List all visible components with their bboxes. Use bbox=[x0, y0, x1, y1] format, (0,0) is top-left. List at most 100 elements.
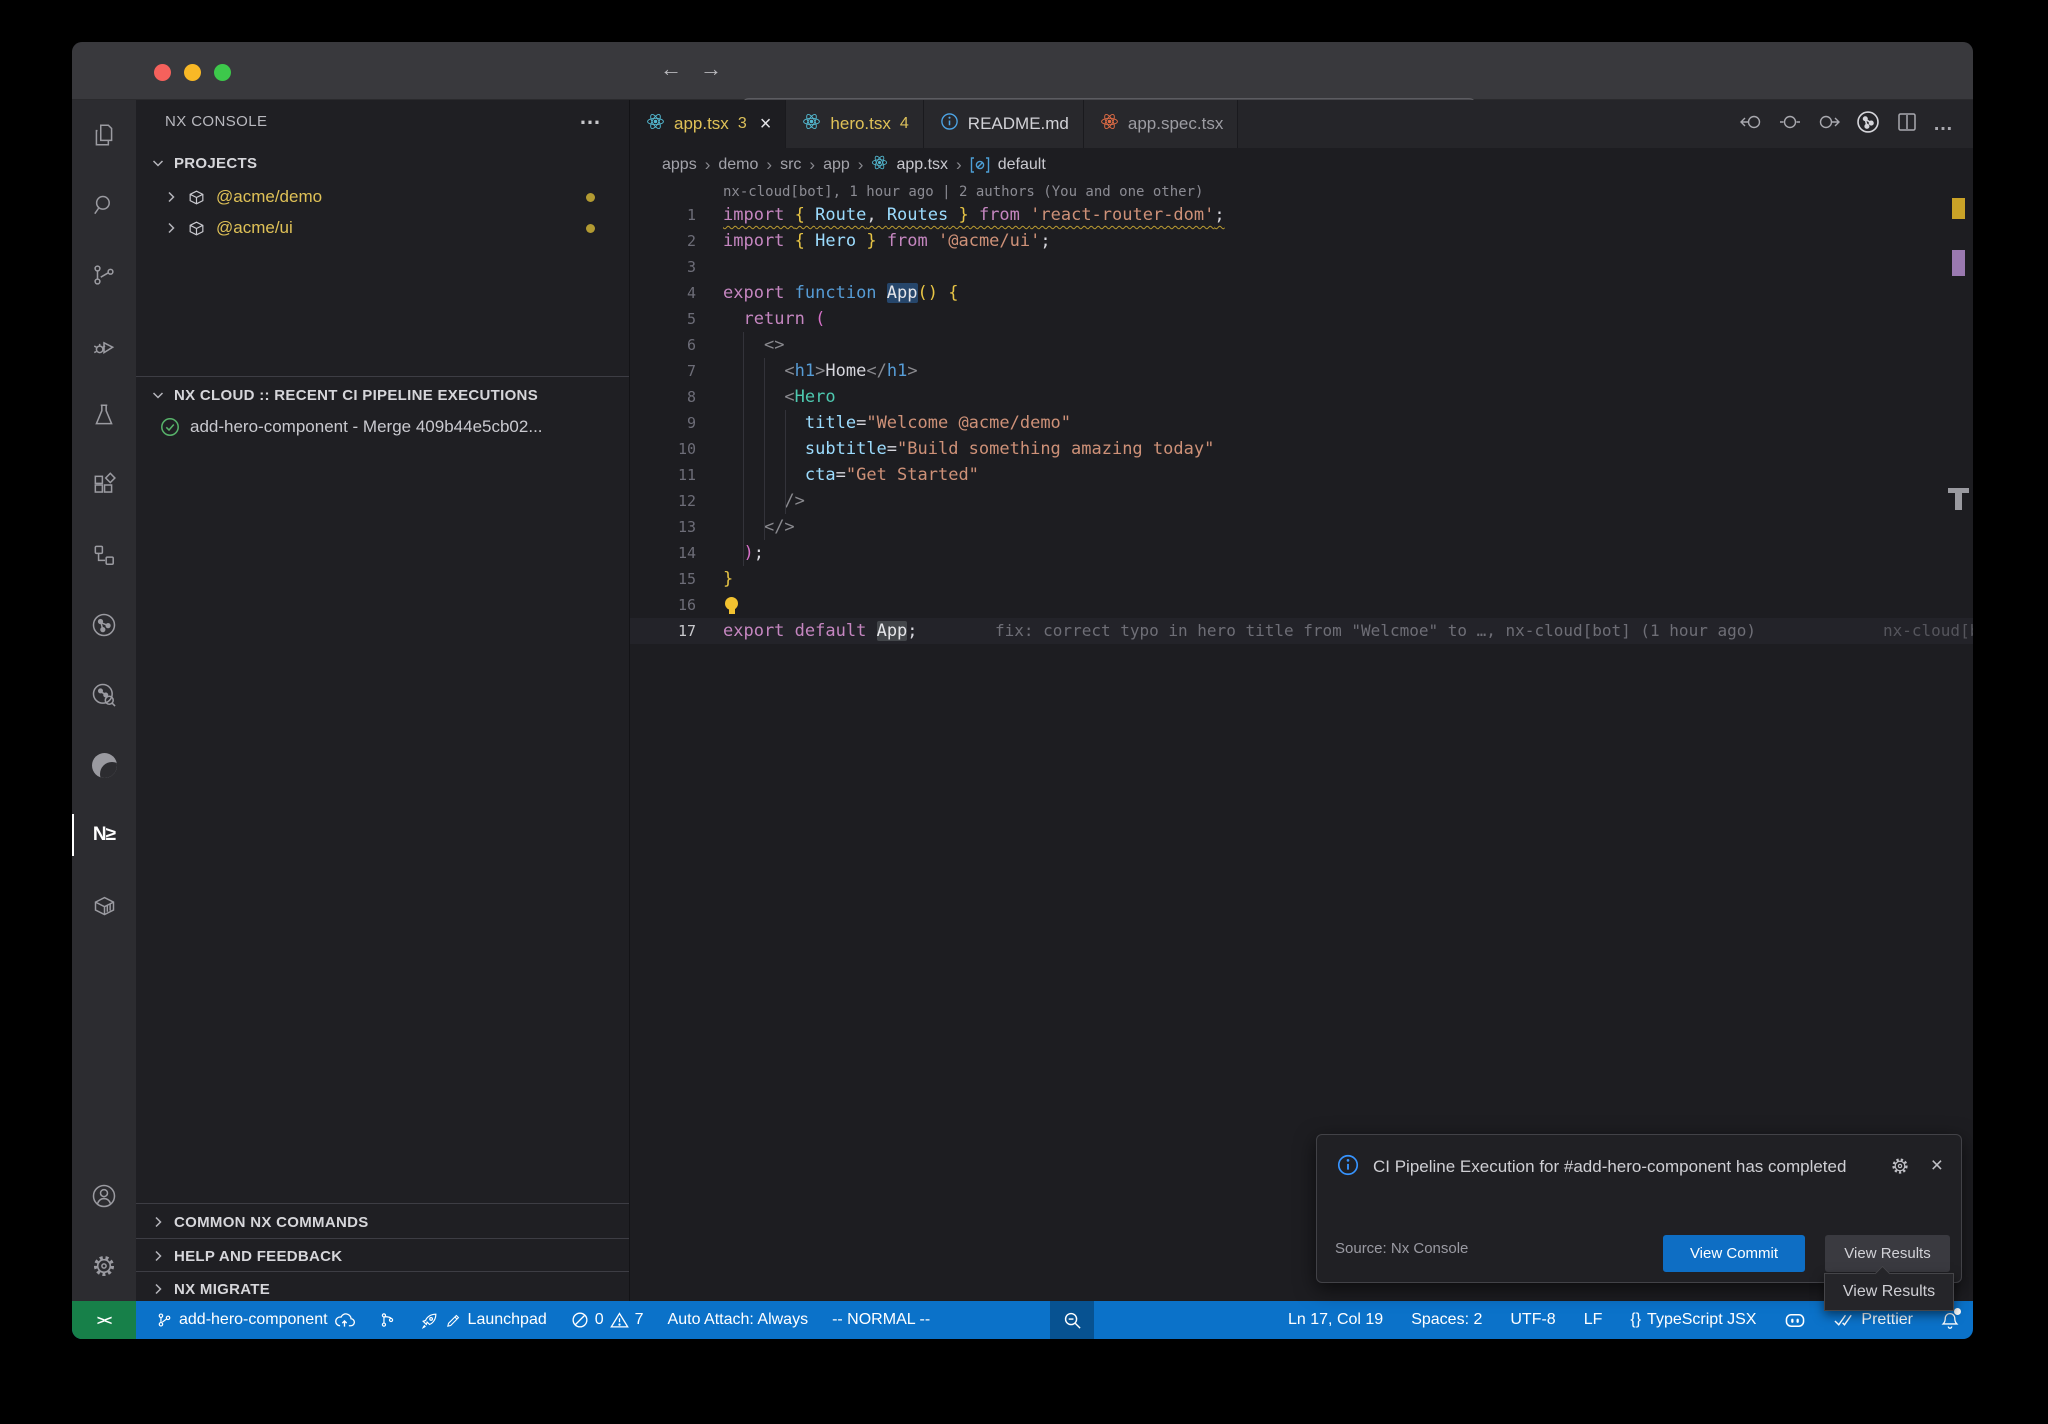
nx-console-icon[interactable]: N≥ bbox=[72, 800, 136, 870]
more-actions-icon[interactable]: … bbox=[1933, 113, 1955, 136]
accounts-icon[interactable] bbox=[72, 1161, 136, 1231]
search-view-icon[interactable] bbox=[72, 170, 136, 240]
remote-indicator[interactable]: >< bbox=[72, 1301, 136, 1339]
status-bar: >< add-hero-component Launchpad 0 7 Auto… bbox=[72, 1301, 1973, 1339]
code-line-3[interactable]: 3 bbox=[630, 254, 1973, 280]
info-icon bbox=[940, 112, 959, 136]
zoom-indicator[interactable] bbox=[1050, 1301, 1094, 1339]
source-control-graph-button-icon[interactable] bbox=[1855, 109, 1881, 140]
notification-source: Source: Nx Console bbox=[1335, 1240, 1468, 1257]
settings-gear-icon[interactable] bbox=[72, 1231, 136, 1301]
tab-app-spec-tsx[interactable]: app.spec.tsx bbox=[1084, 100, 1238, 148]
notifications-bell[interactable] bbox=[1941, 1311, 1959, 1330]
source-control-graph-icon[interactable] bbox=[72, 590, 136, 660]
references-view-icon[interactable] bbox=[72, 520, 136, 590]
breadcrumb-item-apps[interactable]: apps bbox=[662, 156, 697, 174]
breadcrumb-item-symbol[interactable]: default bbox=[998, 156, 1046, 174]
language-mode-item[interactable]: {} TypeScript JSX bbox=[1630, 1311, 1756, 1329]
notification-message: CI Pipeline Execution for #add-hero-comp… bbox=[1373, 1151, 1853, 1182]
split-editor-icon[interactable] bbox=[1896, 111, 1918, 138]
project-label: @acme/ui bbox=[216, 218, 293, 238]
project-item-acme-ui[interactable]: @acme/ui bbox=[136, 213, 629, 243]
indentation-item[interactable]: Spaces: 2 bbox=[1411, 1311, 1482, 1329]
tab-hero-tsx[interactable]: hero.tsx 4 bbox=[786, 100, 923, 148]
tab-readme-md[interactable]: README.md bbox=[924, 100, 1084, 148]
breadcrumb-item-demo[interactable]: demo bbox=[718, 156, 758, 174]
testing-icon[interactable] bbox=[72, 380, 136, 450]
edge-devtools-icon[interactable] bbox=[72, 730, 136, 800]
next-change-icon[interactable] bbox=[1816, 112, 1840, 137]
breadcrumb-item-file[interactable]: app.tsx bbox=[896, 156, 948, 174]
nx-migrate-section[interactable]: NX MIGRATE bbox=[136, 1274, 629, 1304]
code-line-13[interactable]: 13 </> bbox=[630, 514, 1973, 540]
code-line-5[interactable]: 5 return ( bbox=[630, 306, 1973, 332]
problems-item[interactable]: 0 7 bbox=[571, 1311, 644, 1329]
double-check-icon bbox=[1834, 1312, 1855, 1328]
run-debug-icon[interactable] bbox=[72, 310, 136, 380]
close-tab-icon[interactable]: × bbox=[760, 113, 772, 136]
common-nx-commands-section[interactable]: COMMON NX COMMANDS bbox=[136, 1207, 629, 1237]
code-line-8[interactable]: 8 <Hero bbox=[630, 384, 1973, 410]
view-results-button[interactable]: View Results bbox=[1825, 1235, 1950, 1272]
nx-cloud-section-header[interactable]: NX CLOUD :: RECENT CI PIPELINE EXECUTION… bbox=[136, 380, 629, 410]
graph-search-icon[interactable] bbox=[72, 660, 136, 730]
formatter-item[interactable]: Prettier bbox=[1834, 1311, 1913, 1329]
code-line-11[interactable]: 11 cta="Get Started" bbox=[630, 462, 1973, 488]
code-line-6[interactable]: 6 <> bbox=[630, 332, 1973, 358]
blame-overflow-text: nx-cloud[b bbox=[1883, 618, 1973, 644]
code-line-10[interactable]: 10 subtitle="Build something amazing tod… bbox=[630, 436, 1973, 462]
branch-status-item[interactable]: add-hero-component bbox=[156, 1311, 355, 1329]
notification-dot bbox=[1954, 1308, 1961, 1315]
explorer-icon[interactable] bbox=[72, 100, 136, 170]
code-line-15[interactable]: 15} bbox=[630, 566, 1973, 592]
line-number: 3 bbox=[630, 254, 696, 280]
previous-change-icon[interactable] bbox=[1740, 112, 1764, 137]
sidebar-more-actions-icon[interactable]: … bbox=[579, 104, 601, 130]
navigate-back-button[interactable]: ← bbox=[660, 56, 682, 82]
source-control-icon[interactable] bbox=[72, 240, 136, 310]
title-bar: ← → acme bbox=[72, 42, 1973, 100]
notification-settings-gear-icon[interactable] bbox=[1889, 1155, 1911, 1182]
current-change-icon[interactable] bbox=[1779, 112, 1801, 137]
project-item-acme-demo[interactable]: @acme/demo bbox=[136, 182, 629, 212]
navigate-forward-button[interactable]: → bbox=[700, 56, 722, 82]
screen: ← → acme bbox=[0, 0, 2048, 1424]
vscode-window: ← → acme bbox=[72, 42, 1973, 1339]
code-line-16[interactable]: 16 bbox=[630, 592, 1973, 618]
copilot-status-item[interactable] bbox=[1784, 1311, 1806, 1330]
tab-app-tsx[interactable]: app.tsx 3 × bbox=[630, 100, 786, 148]
code-line-14[interactable]: 14 ); bbox=[630, 540, 1973, 566]
lightbulb-icon[interactable] bbox=[725, 597, 738, 610]
breadcrumb-item-src[interactable]: src bbox=[780, 156, 801, 174]
chevron-right-icon: › bbox=[766, 155, 772, 175]
react-icon bbox=[646, 112, 665, 136]
containers-icon[interactable] bbox=[72, 870, 136, 940]
cloud-upload-icon bbox=[334, 1312, 355, 1329]
zoom-window-button[interactable] bbox=[214, 64, 231, 81]
encoding-item[interactable]: UTF-8 bbox=[1510, 1311, 1555, 1329]
copilot-icon bbox=[1784, 1311, 1806, 1330]
vim-mode-item[interactable]: -- NORMAL -- bbox=[832, 1311, 930, 1329]
auto-attach-item[interactable]: Auto Attach: Always bbox=[668, 1311, 809, 1329]
help-and-feedback-section[interactable]: HELP AND FEEDBACK bbox=[136, 1241, 629, 1271]
close-window-button[interactable] bbox=[154, 64, 171, 81]
cursor-position-item[interactable]: Ln 17, Col 19 bbox=[1288, 1311, 1383, 1329]
react-test-icon bbox=[1100, 112, 1119, 136]
code-line-7[interactable]: 7 <h1>Home</h1> bbox=[630, 358, 1973, 384]
projects-section-header[interactable]: PROJECTS bbox=[136, 148, 629, 178]
indent-guide bbox=[785, 410, 786, 514]
breadcrumb-item-app[interactable]: app bbox=[823, 156, 850, 174]
extensions-icon[interactable] bbox=[72, 450, 136, 520]
code-line-2[interactable]: 2import { Hero } from '@acme/ui'; bbox=[630, 228, 1973, 254]
code-line-12[interactable]: 12 /> bbox=[630, 488, 1973, 514]
eol-item[interactable]: LF bbox=[1584, 1311, 1603, 1329]
minimize-window-button[interactable] bbox=[184, 64, 201, 81]
code-line-9[interactable]: 9 title="Welcome @acme/demo" bbox=[630, 410, 1973, 436]
code-line-1[interactable]: 1import { Route, Routes } from 'react-ro… bbox=[630, 202, 1973, 228]
view-commit-button[interactable]: View Commit bbox=[1663, 1235, 1805, 1272]
launchpad-item[interactable]: Launchpad bbox=[420, 1311, 547, 1330]
pipeline-execution-item[interactable]: add-hero-component - Merge 409b44e5cb02.… bbox=[136, 412, 629, 442]
git-actions-item[interactable] bbox=[379, 1311, 396, 1329]
code-line-4[interactable]: 4export function App() { bbox=[630, 280, 1973, 306]
notification-close-icon[interactable]: × bbox=[1931, 1155, 1943, 1182]
